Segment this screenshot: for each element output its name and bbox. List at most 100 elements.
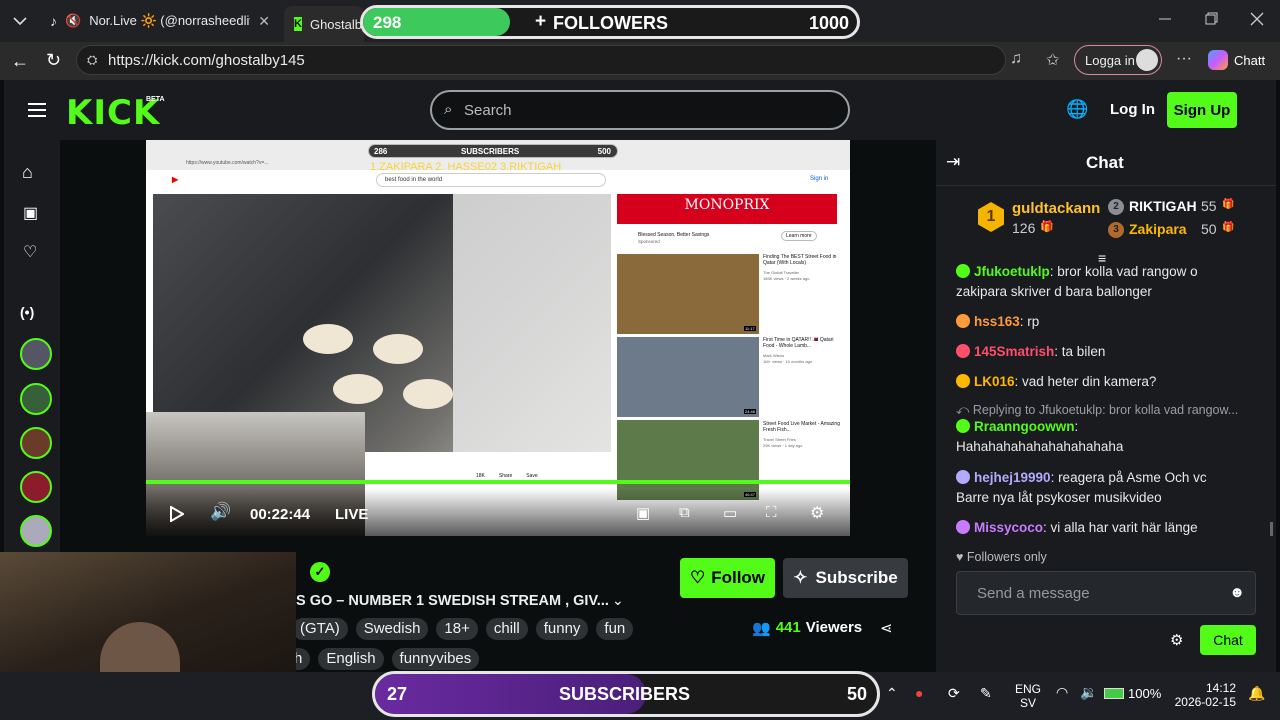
video-player[interactable]: https://www.youtube.com/watch?v=... ▶ be…	[146, 140, 850, 536]
favorites-icon[interactable]: ✩	[1046, 50, 1059, 70]
channel-avatar-3[interactable]	[20, 427, 52, 459]
user-badge-icon	[956, 419, 970, 433]
tray-app-icon[interactable]: ●	[915, 685, 923, 701]
send-chat-button[interactable]: Chat	[1200, 625, 1256, 655]
leader-2-name[interactable]: RIKTIGAH	[1129, 198, 1197, 214]
channel-avatar-5[interactable]	[20, 515, 52, 547]
home-icon[interactable]: ⌂	[22, 162, 33, 183]
back-icon[interactable]: ←	[11, 51, 29, 72]
emoji-icon[interactable]: ☻	[1229, 584, 1245, 601]
category-tag[interactable]: English	[318, 648, 384, 670]
chat-message: Hahahahahahahahahahaha	[956, 437, 1256, 457]
share-icon[interactable]: ⋖	[880, 619, 893, 637]
category-tag[interactable]: funny	[535, 618, 589, 640]
theater-mode-icon[interactable]: ▭	[723, 504, 737, 522]
category-tag[interactable]: (GTA)	[292, 618, 348, 640]
url-text: https://kick.com/ghostalby145	[108, 52, 305, 69]
chat-username[interactable]: Missycoco	[974, 520, 1043, 535]
clip-icon[interactable]: ▣	[636, 504, 650, 522]
collapse-chat-icon[interactable]: ⇥	[946, 152, 960, 172]
battery-indicator[interactable]: 100%	[1104, 686, 1161, 701]
leader-1-name[interactable]: guldtackann	[1012, 200, 1100, 217]
chat-message: Missycoco: vi alla har varit här länge	[956, 518, 1256, 538]
extensions-icon[interactable]: ♫	[1010, 50, 1022, 68]
tags-row-2: h English funnyvibes	[286, 648, 480, 670]
rank-3-badge: 3	[1108, 222, 1124, 238]
video-progress-bar[interactable]	[146, 480, 850, 484]
url-input[interactable]: ⛭ https://kick.com/ghostalby145	[76, 45, 1006, 75]
category-tag[interactable]: chill	[485, 618, 528, 640]
login-button[interactable]: Logga in	[1074, 45, 1162, 75]
tray-pen-icon[interactable]: ✎	[980, 685, 992, 702]
notification-icon[interactable]: 🔔	[1248, 685, 1265, 702]
close-tab-icon[interactable]: ✕	[258, 13, 270, 30]
category-tag[interactable]: 18+	[436, 618, 478, 640]
battery-percent: 100%	[1128, 686, 1162, 701]
yt-share: Share	[498, 473, 513, 479]
stream-sub-goal-target: 500	[597, 147, 611, 156]
fullscreen-icon[interactable]: ⛶	[766, 504, 777, 521]
tray-refresh-icon[interactable]: ⟳	[948, 685, 960, 702]
login-button[interactable]: Log In	[1110, 101, 1155, 118]
category-tag[interactable]: fun	[596, 618, 634, 640]
speaker-icon[interactable]: 🔉	[1080, 684, 1097, 701]
reply-text: Replying to Jfukoetuklp: bror kolla vad …	[972, 403, 1239, 417]
globe-icon[interactable]: 🌐	[1066, 99, 1088, 120]
signup-button[interactable]: Sign Up	[1167, 92, 1237, 128]
tab-label: Ghostalby	[309, 16, 364, 32]
search-input[interactable]: ⌕ Search	[430, 90, 850, 130]
following-heart-icon[interactable]: ♡	[23, 242, 37, 262]
chat-username[interactable]: hejhej19990	[974, 470, 1051, 485]
category-tag[interactable]: funnyvibes	[391, 648, 480, 670]
tab-menu-chevron-icon[interactable]	[10, 11, 30, 31]
tab-norlive[interactable]: ♪ 🔇 Nor.Live 🔆 (@norrasheedlive ✕	[40, 6, 280, 36]
close-window-icon[interactable]	[1250, 12, 1264, 26]
subscribe-button[interactable]: ✧ Subscribe	[783, 558, 908, 598]
rec-title-1: Finding The BEST Street Food in Qatar (W…	[763, 254, 837, 266]
category-tag[interactable]: Swedish	[355, 618, 429, 640]
flatbread	[333, 374, 383, 404]
chat-title: Chat	[1086, 153, 1124, 172]
rec-stats-3: 29K views · 1 day ago	[763, 443, 803, 448]
follower-goal-label: FOLLOWERS	[553, 13, 668, 33]
tab-ghostalby[interactable]: K Ghostalby	[284, 6, 364, 42]
chat-username[interactable]: 145Smatrish	[974, 344, 1054, 359]
chat-text: Barre nya låt psykoser musikvideo	[956, 490, 1162, 505]
leader-3-name[interactable]: Zakipara	[1129, 221, 1187, 237]
minimize-icon[interactable]	[1158, 12, 1172, 26]
rec-duration-1: 11:17	[744, 326, 756, 331]
channel-avatar-4[interactable]	[20, 471, 52, 503]
site-info-icon[interactable]: ⛭	[87, 52, 97, 68]
language-indicator[interactable]: ENG SV	[1015, 682, 1041, 710]
followers-only-heart-icon: ♥	[956, 550, 964, 564]
browse-icon[interactable]: ▣	[23, 203, 38, 223]
follow-button[interactable]: ♡ Follow	[680, 558, 775, 598]
channel-avatar-1[interactable]	[20, 338, 52, 370]
rec-meta-3: Travel Street Fries	[763, 437, 796, 442]
settings-gear-icon[interactable]: ⚙	[810, 503, 824, 523]
leader-2-count: 55	[1201, 198, 1217, 214]
restore-icon[interactable]	[1204, 12, 1218, 26]
play-icon[interactable]	[170, 506, 184, 522]
channel-avatar-2[interactable]	[20, 383, 52, 415]
pip-icon[interactable]: ⧉	[679, 504, 690, 521]
leader-3-count: 50	[1201, 221, 1217, 237]
more-icon[interactable]: ···	[1176, 50, 1192, 68]
expand-title-chevron-icon[interactable]: ⌄	[612, 592, 624, 609]
search-placeholder: Search	[464, 102, 512, 119]
volume-icon[interactable]: 🔊	[210, 502, 231, 522]
chat-settings-gear-icon[interactable]: ⚙	[1170, 631, 1183, 649]
reload-icon[interactable]: ↻	[46, 50, 61, 71]
chat-username[interactable]: Rraanngoowwn	[974, 419, 1075, 434]
chat-input[interactable]: Send a message ☻	[956, 571, 1256, 615]
chat-scrollbar[interactable]	[1270, 522, 1273, 536]
chat-message: LK016: vad heter din kamera?	[956, 372, 1256, 392]
chat-username[interactable]: Jfukoetuklp	[974, 264, 1050, 279]
tray-chevron-icon[interactable]: ⌃	[886, 685, 898, 702]
copilot-button[interactable]: Chatt	[1204, 47, 1270, 73]
clock[interactable]: 14:12 2026-02-15	[1174, 681, 1236, 709]
hamburger-menu-icon[interactable]	[28, 102, 46, 118]
chat-username[interactable]: hss163	[974, 314, 1020, 329]
wifi-icon[interactable]: ◠	[1056, 684, 1068, 701]
chat-username[interactable]: LK016	[974, 374, 1015, 389]
